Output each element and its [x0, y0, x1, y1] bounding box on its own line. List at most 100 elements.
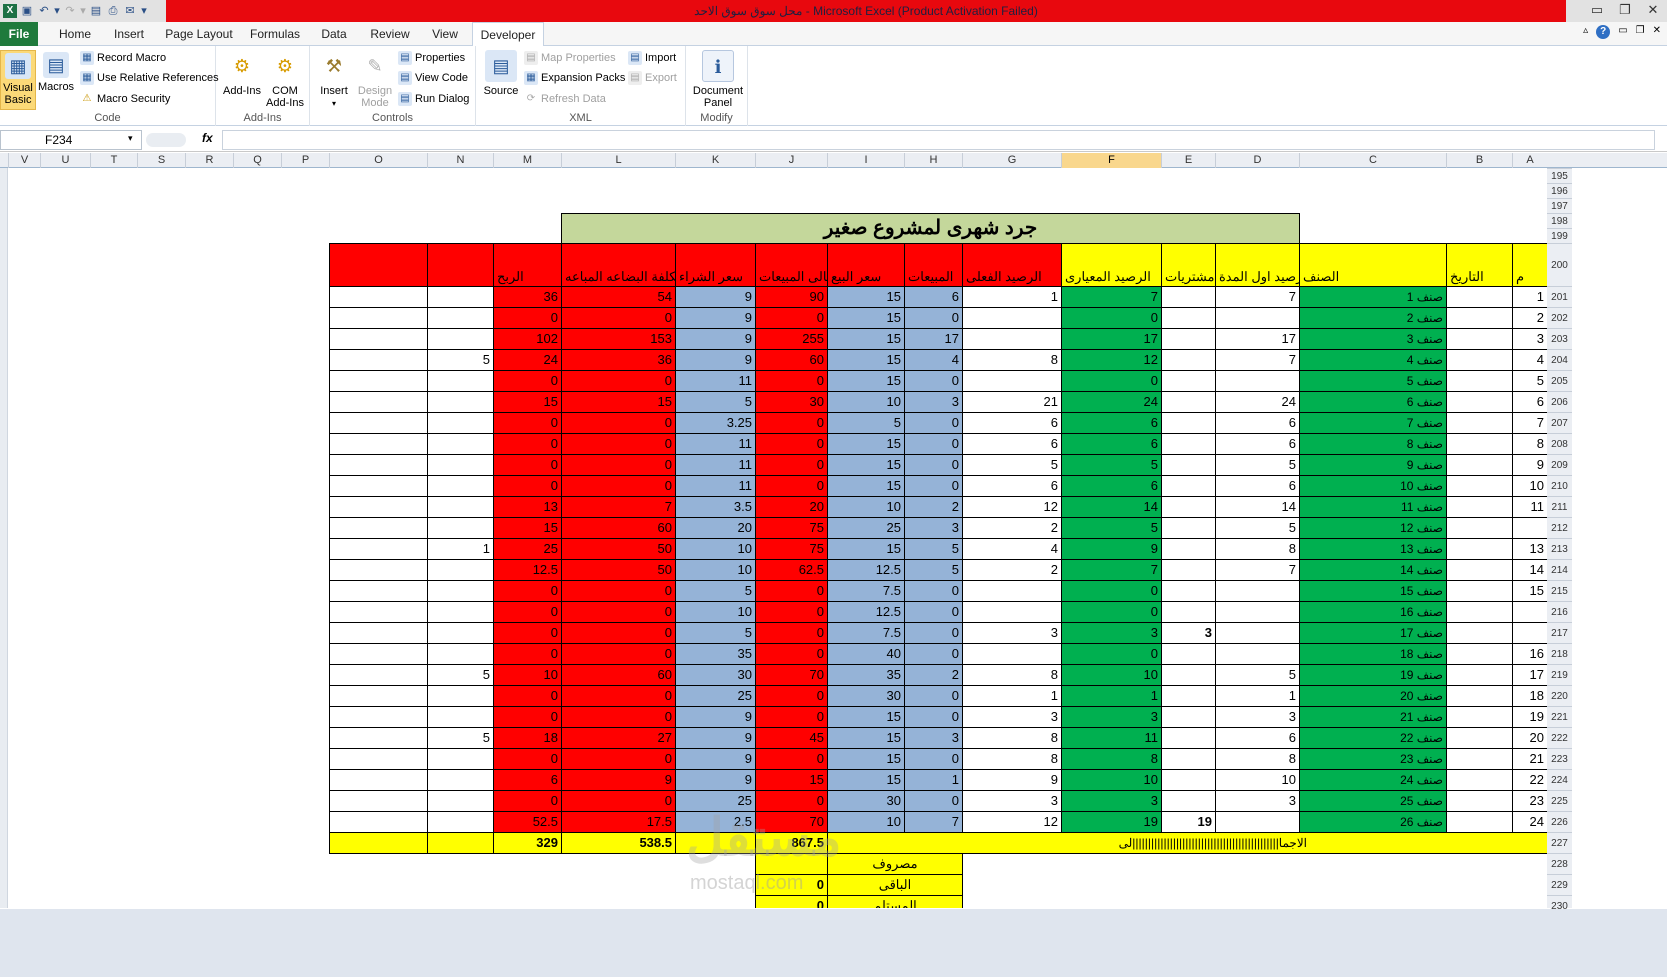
cell-l-row-19[interactable]: 60: [561, 664, 676, 686]
cell-d-row-1[interactable]: 7: [1215, 286, 1300, 308]
cell-b-row-10[interactable]: [1446, 475, 1513, 497]
cell-j-row-15[interactable]: 0: [755, 580, 828, 602]
cell-h-row-10[interactable]: 0: [904, 475, 963, 497]
cell-k-row-24[interactable]: 9: [675, 769, 756, 791]
undo-icon[interactable]: ↶: [37, 4, 51, 18]
cell-i-row-20[interactable]: 30: [827, 685, 905, 707]
cell-m-row-19[interactable]: 10: [493, 664, 562, 686]
cell-n-row-21[interactable]: [427, 706, 494, 728]
header-item[interactable]: الصنف: [1299, 243, 1447, 287]
cell-c-row-10[interactable]: صنف 10: [1299, 475, 1447, 497]
close-window-icon[interactable]: ✕: [1639, 0, 1667, 22]
restore-window-icon[interactable]: ❐: [1611, 0, 1639, 22]
row-header-202[interactable]: 202: [1547, 307, 1572, 328]
cell-c-row-19[interactable]: صنف 19: [1299, 664, 1447, 686]
row-header-201[interactable]: 201: [1547, 286, 1572, 307]
header-cost[interactable]: تكلفة البضاعه المباعه: [561, 243, 676, 287]
cell-m-row-10[interactable]: 0: [493, 475, 562, 497]
row-header-218[interactable]: 218: [1547, 643, 1572, 664]
cell-d-row-24[interactable]: 10: [1215, 769, 1300, 791]
cell-l-row-4[interactable]: 36: [561, 349, 676, 371]
column-header-g[interactable]: G: [962, 153, 1061, 168]
cell-j-row-19[interactable]: 70: [755, 664, 828, 686]
cell-n-row-24[interactable]: [427, 769, 494, 791]
cell-c-row-1[interactable]: صنف 1: [1299, 286, 1447, 308]
header-standard-balance[interactable]: الرصيد المعيارى: [1061, 243, 1162, 287]
cell-n-row-2[interactable]: [427, 307, 494, 329]
cell-i-row-7[interactable]: 5: [827, 412, 905, 434]
summary-label-1[interactable]: مصروف: [827, 853, 963, 875]
cell-j-row-21[interactable]: 0: [755, 706, 828, 728]
cell-f-row-22[interactable]: 11: [1061, 727, 1162, 749]
cell-i-row-17[interactable]: 7.5: [827, 622, 905, 644]
cell-f-row-10[interactable]: 6: [1061, 475, 1162, 497]
cell-o-row-22[interactable]: [329, 727, 428, 749]
tab-page-layout[interactable]: Page Layout: [160, 22, 238, 46]
cell-j-row-18[interactable]: 0: [755, 643, 828, 665]
cell-e-row-15[interactable]: [1161, 580, 1216, 602]
cell-j-row-5[interactable]: 0: [755, 370, 828, 392]
row-header-205[interactable]: 205: [1547, 370, 1572, 391]
cell-h-row-6[interactable]: 3: [904, 391, 963, 413]
cell-m-row-9[interactable]: 0: [493, 454, 562, 476]
row-header-212[interactable]: 212: [1547, 517, 1572, 538]
cell-c-row-24[interactable]: صنف 24: [1299, 769, 1447, 791]
cell-e-row-5[interactable]: [1161, 370, 1216, 392]
document-panel-button[interactable]: ℹ Document Panel: [690, 50, 746, 109]
cell-d-row-19[interactable]: 5: [1215, 664, 1300, 686]
cell-g-row-19[interactable]: 8: [962, 664, 1062, 686]
row-header-199[interactable]: 199: [1547, 228, 1572, 243]
cell-h-row-25[interactable]: 0: [904, 790, 963, 812]
cell-b-row-5[interactable]: [1446, 370, 1513, 392]
cell-m-row-14[interactable]: 12.5: [493, 559, 562, 581]
cell-f-row-19[interactable]: 10: [1061, 664, 1162, 686]
tab-data[interactable]: Data: [312, 22, 356, 46]
cell-n-row-11[interactable]: [427, 496, 494, 518]
cell-b-row-16[interactable]: [1446, 601, 1513, 623]
formula-input[interactable]: [222, 130, 1655, 150]
cell-e-row-23[interactable]: [1161, 748, 1216, 770]
cell-n-row-13[interactable]: 1: [427, 538, 494, 560]
cell-d-row-9[interactable]: 5: [1215, 454, 1300, 476]
cell-m-row-17[interactable]: 0: [493, 622, 562, 644]
cell-k-row-20[interactable]: 25: [675, 685, 756, 707]
cell-a-row-19[interactable]: 17: [1512, 664, 1547, 686]
cell-o-row-21[interactable]: [329, 706, 428, 728]
cell-h-row-4[interactable]: 4: [904, 349, 963, 371]
cell-b-row-6[interactable]: [1446, 391, 1513, 413]
cell-j-row-9[interactable]: 0: [755, 454, 828, 476]
cell-n-row-1[interactable]: [427, 286, 494, 308]
cell-h-row-21[interactable]: 0: [904, 706, 963, 728]
cell-c-row-21[interactable]: صنف 21: [1299, 706, 1447, 728]
tab-formulas[interactable]: Formulas: [244, 22, 306, 46]
row-header-208[interactable]: 208: [1547, 433, 1572, 454]
cell-l-row-9[interactable]: 0: [561, 454, 676, 476]
cell-e-row-1[interactable]: [1161, 286, 1216, 308]
cell-l-row-24[interactable]: 9: [561, 769, 676, 791]
cell-l-row-7[interactable]: 0: [561, 412, 676, 434]
cell-l-row-17[interactable]: 0: [561, 622, 676, 644]
cell-b-row-15[interactable]: [1446, 580, 1513, 602]
com-add-ins-button[interactable]: ⚙ COM Add-Ins: [264, 50, 306, 109]
cell-d-row-17[interactable]: [1215, 622, 1300, 644]
cell-d-row-6[interactable]: 24: [1215, 391, 1300, 413]
cell-k-row-5[interactable]: 11: [675, 370, 756, 392]
cell-i-row-19[interactable]: 35: [827, 664, 905, 686]
cell-b-row-18[interactable]: [1446, 643, 1513, 665]
cell-f-row-14[interactable]: 7: [1061, 559, 1162, 581]
cell-b-row-17[interactable]: [1446, 622, 1513, 644]
cell-e-row-8[interactable]: [1161, 433, 1216, 455]
cell-g-row-18[interactable]: [962, 643, 1062, 665]
cell-g-row-20[interactable]: 1: [962, 685, 1062, 707]
cell-f-row-21[interactable]: 3: [1061, 706, 1162, 728]
cell-f-row-26[interactable]: 19: [1061, 811, 1162, 833]
cell-i-row-3[interactable]: 15: [827, 328, 905, 350]
cell-d-row-3[interactable]: 17: [1215, 328, 1300, 350]
cell-g-row-17[interactable]: 3: [962, 622, 1062, 644]
summary-label-3[interactable]: المستلم: [827, 895, 963, 908]
minimize-window-icon[interactable]: ▭: [1583, 0, 1611, 22]
source-button[interactable]: ▤ Source: [482, 50, 520, 97]
cell-f-row-9[interactable]: 5: [1061, 454, 1162, 476]
cell-j-row-3[interactable]: 255: [755, 328, 828, 350]
cell-b-row-13[interactable]: [1446, 538, 1513, 560]
